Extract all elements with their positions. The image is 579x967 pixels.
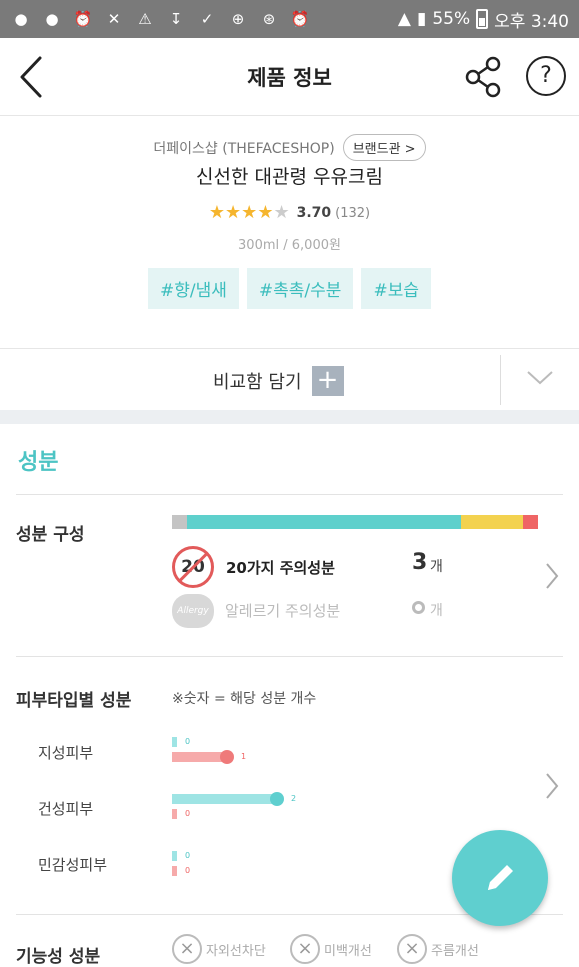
- composition-bar: [172, 515, 538, 529]
- talk-icon: ●: [45, 10, 59, 28]
- good-count: 2: [291, 794, 297, 803]
- plus-icon: +: [311, 366, 344, 396]
- functional-label: 기능성 성분: [16, 947, 101, 967]
- composition-segment: [461, 515, 524, 529]
- pencil-icon: [488, 865, 513, 890]
- alarm-icon: ⏰: [73, 10, 93, 28]
- skin-type-label: 피부타입별 성분: [16, 691, 132, 711]
- bad-bar: [172, 809, 177, 819]
- product-name: 신선한 대관령 우유크림: [196, 166, 383, 188]
- star-icon: ★: [273, 202, 290, 223]
- mute-icon: ✕: [107, 10, 121, 28]
- message-icon: ●: [14, 10, 28, 28]
- composition-segment: [186, 515, 462, 529]
- rating-count[interactable]: (132): [335, 206, 370, 221]
- write-review-button[interactable]: [452, 830, 548, 926]
- chevron-right-icon[interactable]: [545, 562, 559, 590]
- help-icon[interactable]: ?: [526, 56, 566, 96]
- bluetooth-icon: ⊛: [262, 10, 276, 28]
- caution20-label: 20가지 주의성분: [226, 558, 335, 577]
- plus-circle-icon: ⊕: [231, 10, 245, 28]
- tag-chip[interactable]: #향/냄새: [148, 268, 239, 309]
- rating-value: 3.70: [296, 205, 332, 221]
- tag-chip[interactable]: #보습: [361, 268, 431, 309]
- chevron-right-icon[interactable]: [545, 772, 559, 800]
- divider: [500, 355, 501, 405]
- skin-row-sensitive: 민감성피부: [38, 856, 108, 874]
- allergy-icon: Allergy: [172, 594, 214, 628]
- caution20-row[interactable]: 20 20가지 주의성분: [172, 546, 335, 588]
- sad-face-icon: [220, 750, 234, 764]
- check-icon: ✓: [200, 10, 214, 28]
- compare-row: 비교함 담기 +: [0, 348, 579, 410]
- rating-stars: ★ ★ ★ ★ ★: [209, 204, 290, 222]
- caution20-icon: 20: [172, 546, 214, 588]
- bad-count: 0: [185, 866, 191, 875]
- composition-segment: [172, 515, 187, 529]
- functional-item-label: 주름개선: [431, 943, 479, 959]
- wifi-icon: ▲: [397, 9, 411, 29]
- good-bar: [172, 794, 278, 804]
- bad-count: 1: [241, 752, 247, 761]
- rating: ★ ★ ★ ★ ★ 3.70 (132): [0, 204, 579, 222]
- skin-row-oily: 지성피부: [38, 744, 94, 762]
- functional-item-label: 미백개선: [324, 943, 372, 959]
- allergy-count: 0: [412, 601, 425, 614]
- good-count: 0: [185, 737, 191, 746]
- add-to-compare-button[interactable]: 비교함 담기 +: [213, 366, 344, 396]
- bad-bar: [172, 866, 177, 876]
- good-bar: [172, 851, 177, 861]
- caution20-unit: 개: [430, 559, 443, 575]
- volume-price: 300ml / 6,000원: [238, 238, 341, 253]
- battery-icon: [476, 9, 489, 29]
- warning-icon: ⚠: [138, 10, 152, 28]
- bad-count: 0: [185, 809, 191, 818]
- functional-item-label: 자외선차단: [206, 943, 266, 959]
- compare-label: 비교함 담기: [213, 372, 302, 393]
- signal-icon: ▮: [416, 9, 427, 29]
- app-bar: 제품 정보 ?: [0, 38, 579, 116]
- good-count: 0: [185, 851, 191, 860]
- brand-page-button[interactable]: 브랜드관 >: [342, 134, 426, 161]
- allergy-unit: 개: [430, 603, 443, 619]
- allergy-label: 알레르기 주의성분: [225, 602, 341, 620]
- share-icon[interactable]: [464, 56, 502, 98]
- battery-percent: 55%: [432, 9, 471, 29]
- star-icon: ★: [208, 202, 226, 223]
- composition-segment: [523, 515, 538, 529]
- tag-list: #향/냄새 #촉촉/수분 #보습: [0, 268, 579, 309]
- section-title: 성분: [18, 450, 59, 475]
- tag-chip[interactable]: #촉촉/수분: [246, 268, 354, 309]
- chevron-down-icon[interactable]: [526, 367, 554, 387]
- star-icon: ★: [257, 202, 274, 223]
- section-gap: [0, 410, 579, 424]
- product-info: 더페이스샵 (THEFACESHOP) 브랜드관 > 신선한 대관령 우유크림 …: [0, 116, 579, 348]
- skin-type-note: ※숫자 = 해당 성분 개수: [172, 691, 317, 707]
- download-icon: ↧: [169, 10, 183, 28]
- good-bar: [172, 737, 177, 747]
- alarm-icon: ⏰: [290, 10, 310, 28]
- brand-name[interactable]: 더페이스샵 (THEFACESHOP): [153, 138, 334, 158]
- clock: 오후 3:40: [494, 11, 569, 32]
- composition-label: 성분 구성: [16, 525, 85, 545]
- divider: [16, 494, 563, 495]
- status-bar: ● ● ⏰ ✕ ⚠ ↧ ✓ ⊕ ⊛ ⏰ ▲ ▮ 55% 오후 3:40: [0, 0, 579, 38]
- divider: [16, 656, 563, 657]
- star-icon: ★: [225, 202, 242, 223]
- happy-face-icon: [270, 792, 284, 806]
- caution20-count: 3: [412, 550, 428, 575]
- star-icon: ★: [241, 202, 258, 223]
- skin-row-dry: 건성피부: [38, 800, 94, 818]
